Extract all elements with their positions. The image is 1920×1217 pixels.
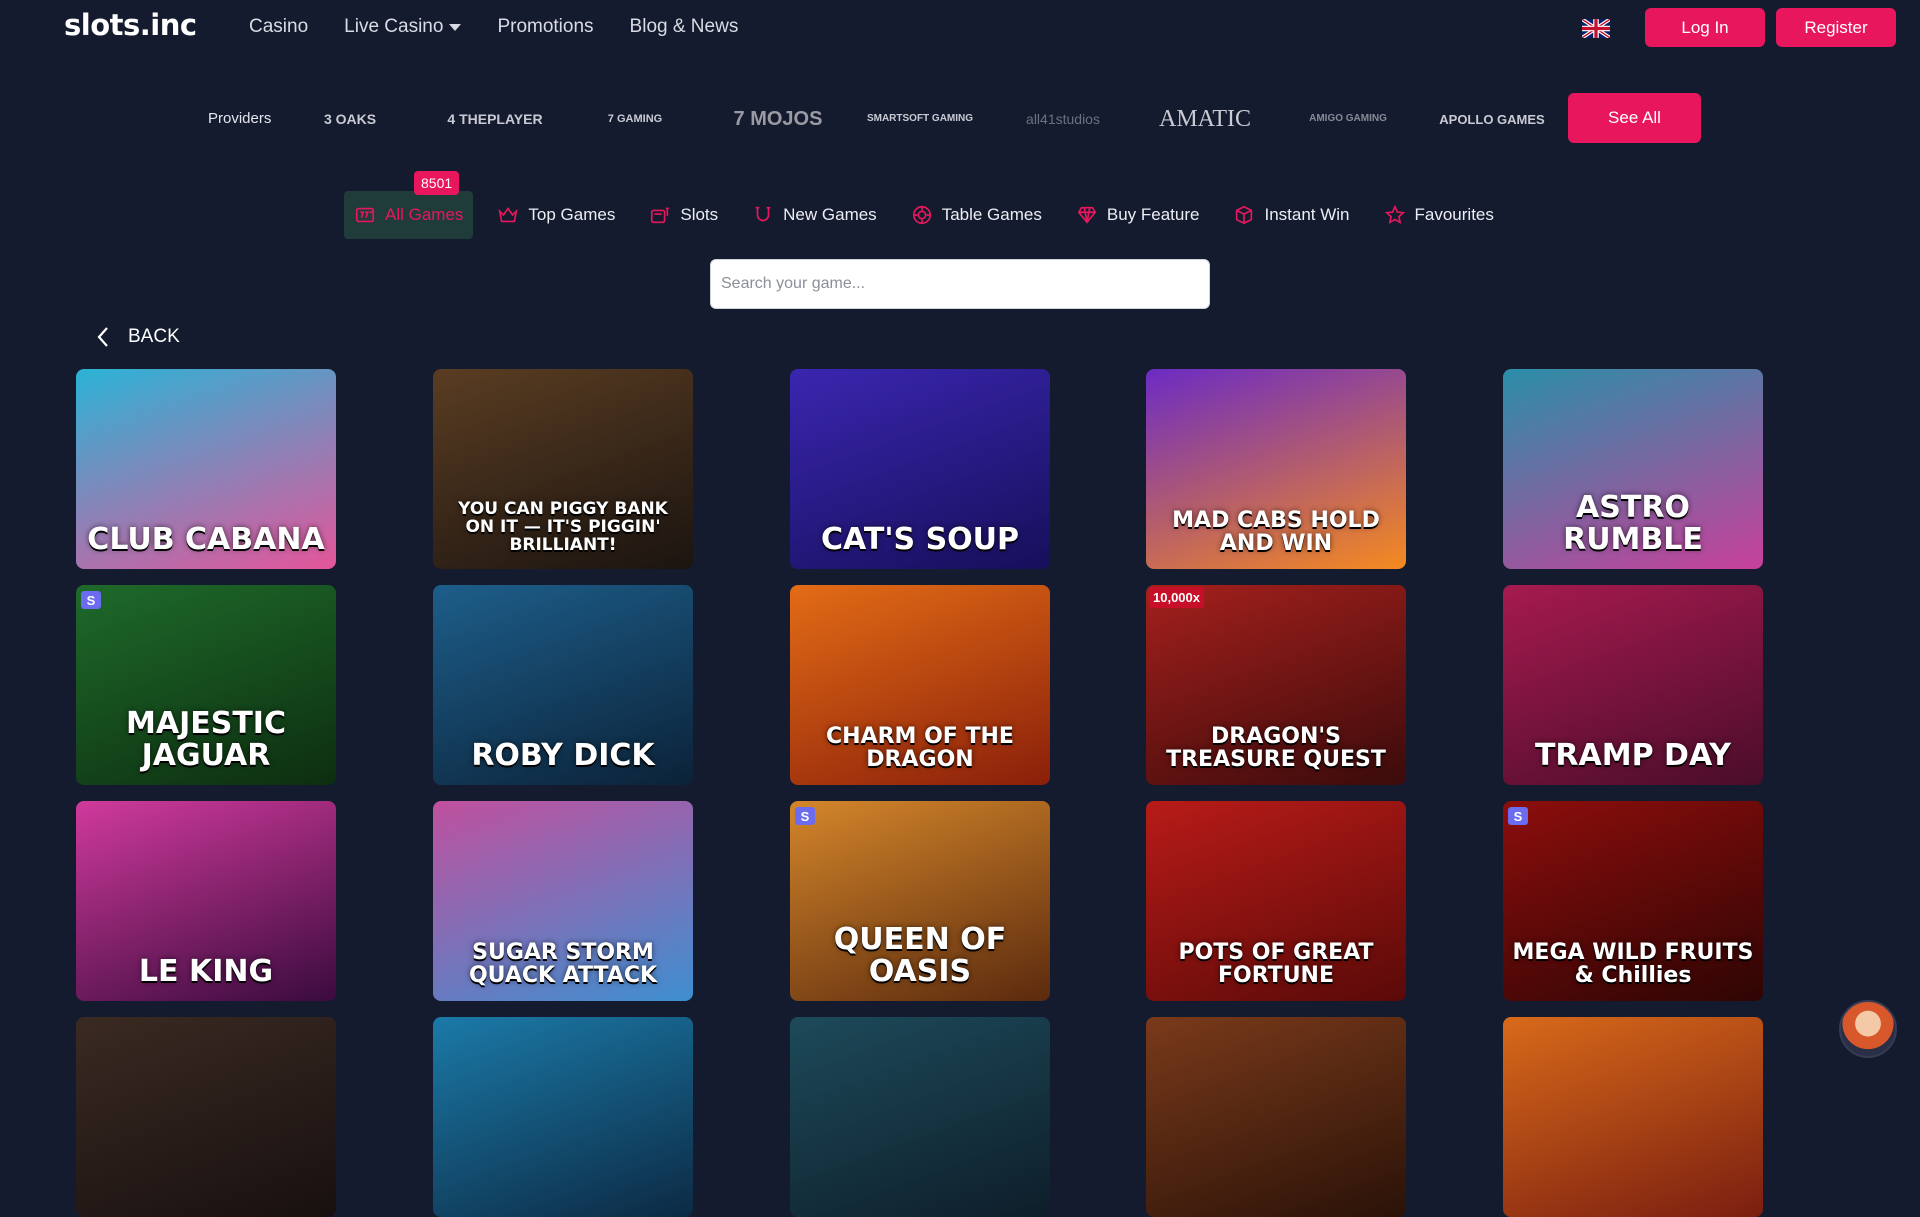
tab-table-games[interactable]: Table Games [901, 191, 1052, 239]
game-tile[interactable] [76, 1017, 336, 1217]
provider-s-icon: S [81, 591, 101, 609]
all-games-icon [355, 207, 375, 223]
game-title: LE KING [138, 953, 274, 989]
game-title [912, 1203, 928, 1217]
tab-instant-win[interactable]: Instant Win [1223, 191, 1359, 239]
game-tile[interactable]: S MAJESTIC JAGUAR [76, 585, 336, 785]
game-title: SUGAR STORM QUACK ATTACK [468, 939, 658, 988]
register-button[interactable]: Register [1776, 8, 1896, 47]
provider-smartsoft[interactable]: SMARTSOFT GAMING [860, 86, 980, 152]
game-title: MEGA WILD FRUITS & Chillies [1512, 939, 1754, 988]
chip-icon [912, 205, 931, 225]
game-tile[interactable]: ASTRO RUMBLE [1503, 369, 1763, 569]
provider-amigo-gaming[interactable]: AMIGO GAMING [1288, 86, 1408, 152]
game-tile[interactable] [790, 1017, 1050, 1217]
game-title: TRAMP DAY [1534, 737, 1732, 773]
caret-down-icon [449, 23, 462, 31]
tab-slots[interactable]: Slots [639, 191, 728, 239]
crown-icon [498, 207, 518, 223]
game-title: CAT'S SOUP [820, 521, 1020, 557]
game-title [1625, 1203, 1641, 1217]
game-tile[interactable]: SUGAR STORM QUACK ATTACK [433, 801, 693, 1001]
game-tile[interactable]: ROBY DICK [433, 585, 693, 785]
game-tile[interactable] [1503, 1017, 1763, 1217]
game-title [198, 1203, 214, 1217]
gem-icon [1077, 206, 1097, 224]
uk-flag-icon[interactable] [1582, 19, 1610, 38]
game-tile[interactable]: MAD CABS HOLD AND WIN [1146, 369, 1406, 569]
game-title [1268, 1203, 1284, 1217]
game-tile[interactable]: S QUEEN OF OASIS [790, 801, 1050, 1001]
game-tile[interactable]: YOU CAN PIGGY BANK ON IT — IT'S PIGGIN' … [433, 369, 693, 569]
game-title: ROBY DICK [471, 737, 655, 773]
game-tile[interactable]: LE KING [76, 801, 336, 1001]
back-link[interactable]: BACK [96, 326, 180, 348]
game-tile[interactable]: CHARM OF THE DRAGON [790, 585, 1050, 785]
star-icon [1384, 204, 1405, 224]
nav-blog-news[interactable]: Blog & News [630, 16, 739, 38]
provider-amatic[interactable]: AMATIC [1145, 86, 1265, 152]
game-tile[interactable]: CLUB CABANA [76, 369, 336, 569]
tab-favourites[interactable]: Favourites [1374, 191, 1504, 239]
category-tabs: 8501 All Games Top Games Slots New Games… [344, 171, 1518, 239]
game-title [555, 1203, 571, 1217]
slot-machine-icon [651, 207, 670, 224]
game-title: MAJESTIC JAGUAR [126, 706, 286, 773]
tab-buy-feature[interactable]: Buy Feature [1066, 191, 1210, 239]
site-logo[interactable]: slots.inc [64, 8, 197, 42]
chevron-left-icon [97, 327, 108, 347]
game-tile[interactable]: 10,000x DRAGON'S TREASURE QUEST [1146, 585, 1406, 785]
game-title: CHARM OF THE DRAGON [826, 723, 1014, 772]
multiplier-badge: 10,000x [1149, 587, 1204, 608]
game-title: POTS OF GREAT FORTUNE [1178, 939, 1374, 988]
see-all-providers-button[interactable]: See All [1568, 93, 1701, 143]
game-tile[interactable]: CAT'S SOUP [790, 369, 1050, 569]
provider-7-gaming[interactable]: 7 GAMING [575, 86, 695, 152]
tab-new-games[interactable]: New Games [742, 191, 887, 239]
tab-top-games[interactable]: Top Games [487, 191, 625, 239]
provider-7-mojos[interactable]: 7 MOJOS [718, 86, 838, 152]
game-tile[interactable] [1146, 1017, 1406, 1217]
nav-live-casino[interactable]: Live Casino [344, 16, 462, 38]
game-tile[interactable]: TRAMP DAY [1503, 585, 1763, 785]
horseshoe-icon [755, 206, 771, 222]
tab-all-games[interactable]: 8501 All Games [344, 171, 474, 239]
search-game-input[interactable] [710, 259, 1210, 309]
provider-3-oaks[interactable]: 3 OAKS [290, 86, 410, 152]
dice-icon [1236, 205, 1253, 225]
game-tile[interactable] [433, 1017, 693, 1217]
game-title: DRAGON'S TREASURE QUEST [1166, 723, 1386, 772]
providers-label: Providers [208, 110, 272, 127]
provider-all41studios[interactable]: all41studios [1003, 86, 1123, 152]
support-chat-avatar[interactable] [1839, 1000, 1897, 1058]
provider-4theplayer[interactable]: 4 THEPLAYER [435, 86, 555, 152]
nav-promotions[interactable]: Promotions [497, 16, 593, 38]
top-header: slots.inc Casino Live Casino Promotions … [0, 0, 1920, 56]
login-button[interactable]: Log In [1645, 8, 1765, 47]
provider-apollo-games[interactable]: APOLLO GAMES [1432, 86, 1552, 152]
game-title: MAD CABS HOLD AND WIN [1172, 507, 1380, 556]
game-title: YOU CAN PIGGY BANK ON IT — IT'S PIGGIN' … [458, 499, 668, 556]
game-tile[interactable]: POTS OF GREAT FORTUNE [1146, 801, 1406, 1001]
game-title: CLUB CABANA [87, 521, 325, 557]
provider-s-icon: S [1508, 807, 1528, 825]
main-nav: Casino Live Casino Promotions Blog & New… [249, 16, 738, 38]
game-title: QUEEN OF OASIS [833, 922, 1007, 989]
game-tile[interactable]: S MEGA WILD FRUITS & Chillies [1503, 801, 1763, 1001]
nav-casino[interactable]: Casino [249, 16, 308, 38]
game-count-badge: 8501 [414, 171, 460, 195]
provider-s-icon: S [795, 807, 815, 825]
logo-text: slots.inc [64, 8, 197, 42]
game-title: ASTRO RUMBLE [1563, 490, 1703, 557]
